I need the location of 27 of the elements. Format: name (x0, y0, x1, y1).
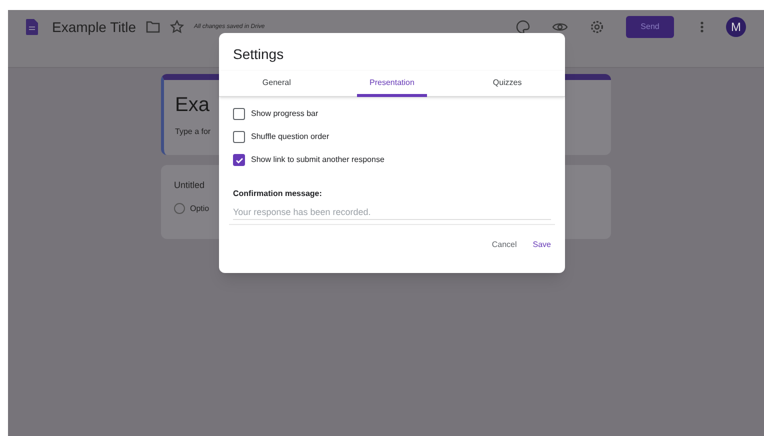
avatar[interactable]: M (726, 17, 746, 37)
confirmation-label: Confirmation message: (232, 188, 323, 200)
document-icon (26, 19, 38, 35)
send-button[interactable]: Send (626, 16, 674, 38)
more-icon[interactable] (700, 21, 704, 33)
option-label: Show progress bar (251, 108, 318, 120)
save-button[interactable]: Save (528, 237, 555, 253)
option-label[interactable]: Optio (190, 202, 210, 214)
checkbox[interactable] (233, 108, 245, 120)
tab[interactable]: Quizzes (480, 71, 535, 97)
cancel-button[interactable]: Cancel (488, 237, 521, 253)
eye-icon[interactable] (552, 21, 568, 33)
star-icon[interactable] (170, 20, 184, 34)
option-label: Shuffle question order (251, 131, 330, 143)
radio-button[interactable] (174, 203, 185, 214)
dialog-title: Settings (232, 45, 285, 64)
tab[interactable]: Presentation (356, 71, 428, 97)
option-label: Show link to submit another response (251, 154, 384, 166)
check-icon (234, 156, 244, 164)
confirmation-input[interactable]: Your response has been recorded. (233, 204, 551, 220)
form-title[interactable]: Example Title (52, 16, 136, 38)
folder-icon[interactable] (146, 21, 160, 33)
checkbox[interactable] (233, 131, 245, 143)
tab[interactable]: General (249, 71, 304, 97)
palette-icon[interactable] (516, 20, 530, 34)
settings-icon[interactable] (590, 20, 604, 34)
checkbox[interactable] (233, 154, 245, 166)
